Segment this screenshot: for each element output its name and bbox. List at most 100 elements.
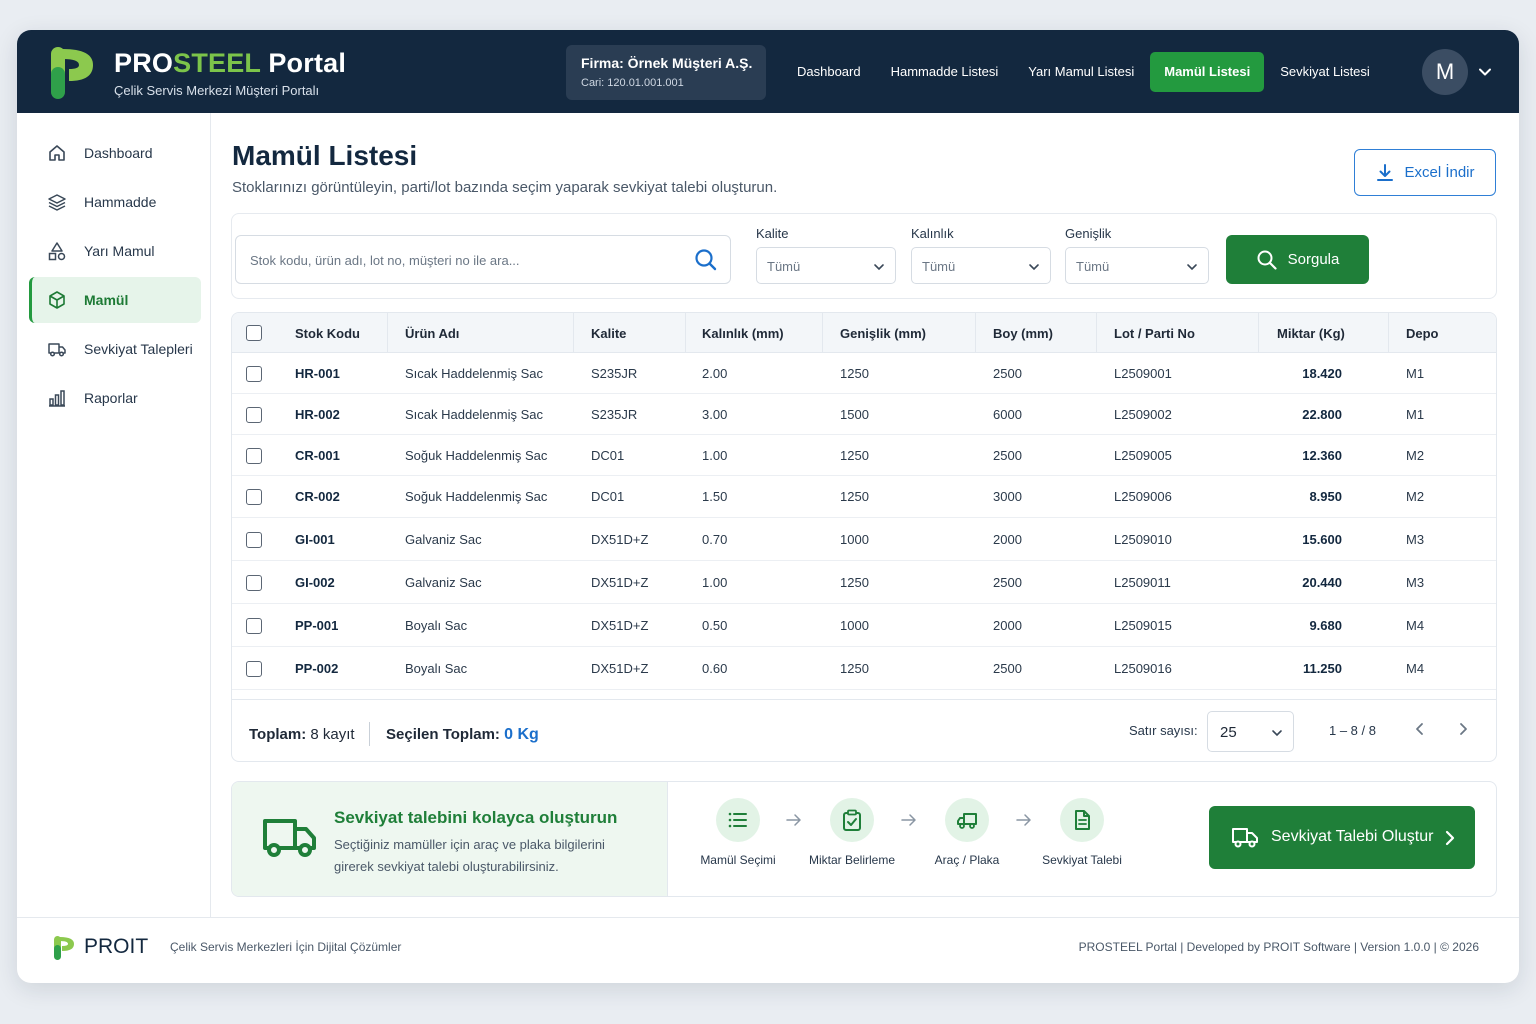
- cell-stok-kodu: PP-002: [295, 661, 339, 676]
- cell-lot-parti: L2509005: [1114, 448, 1172, 463]
- cell-kalite: S235JR: [591, 407, 638, 422]
- cell-stok-kodu: CR-001: [295, 448, 340, 463]
- sidebar-item-label: Mamül: [84, 292, 129, 308]
- table-row[interactable]: HR-001 Sıcak Haddelenmiş Sac S235JR 2.00 125…: [232, 353, 1496, 394]
- table-row[interactable]: GI-002 Galvaniz Sac DX51D+Z 1.00 1250 2500 L25…: [232, 561, 1496, 604]
- cube-icon: [49, 291, 65, 309]
- row-checkbox[interactable]: [246, 661, 262, 677]
- page-footer: PROIT Çelik Servis Merkezleri İçin Dijit…: [17, 917, 1519, 983]
- sidebar-item-mamul[interactable]: Mamül: [29, 277, 201, 323]
- row-checkbox[interactable]: [246, 448, 262, 464]
- column-divider: [1096, 313, 1097, 353]
- shipment-description: Seçtiğiniz mamüller için araç ve plaka b…: [334, 837, 605, 874]
- step-sevkiyat-talebi: [1060, 798, 1104, 842]
- table-row[interactable]: HR-002 Sıcak Haddelenmiş Sac S235JR 3.00 150…: [232, 394, 1496, 435]
- sorgula-button[interactable]: Sorgula: [1226, 235, 1369, 284]
- cell-depo: M4: [1406, 618, 1425, 633]
- row-checkbox[interactable]: [246, 618, 262, 634]
- col-genislik[interactable]: Genişlik (mm): [840, 326, 926, 341]
- firm-name: Firma: Örnek Müşteri A.Ş.: [581, 55, 753, 71]
- table-row[interactable]: CR-002 Soğuk Haddelenmiş Sac DC01 1.50 1250 3…: [232, 476, 1496, 518]
- page-title: Mamül Listesi: [232, 140, 418, 171]
- cell-lot-parti: L2509006: [1114, 489, 1172, 504]
- cell-lot-parti: L2509010: [1114, 532, 1172, 547]
- col-urun-adi[interactable]: Ürün Adı: [405, 326, 459, 341]
- nav-mamul-listesi[interactable]: Mamül Listesi: [1150, 52, 1265, 92]
- nav-hammadde-listesi[interactable]: Hammadde Listesi: [877, 52, 1013, 92]
- cell-boy: 2500: [993, 661, 1022, 676]
- nav-dashboard[interactable]: Dashboard: [783, 52, 875, 92]
- sidebar-item-sevkiyat-talepleri[interactable]: Sevkiyat Talepleri: [29, 326, 201, 372]
- nav-yari-mamul-listesi[interactable]: Yarı Mamul Listesi: [1014, 52, 1148, 92]
- cell-urun-adi: Boyalı Sac: [405, 618, 468, 633]
- kalinlik-select[interactable]: Tümü: [911, 247, 1051, 284]
- col-stok-kodu[interactable]: Stok Kodu: [295, 326, 360, 341]
- total-records: Toplam: 8 kayıt: [249, 726, 355, 743]
- kalite-select[interactable]: Tümü: [756, 247, 896, 284]
- create-shipment-button[interactable]: Sevkiyat Talebi Oluştur: [1209, 806, 1475, 869]
- table-row[interactable]: GI-001 Galvaniz Sac DX51D+Z 0.70 1000 2000 L25…: [232, 518, 1496, 561]
- chevron-left-icon[interactable]: [1413, 722, 1427, 736]
- col-kalite[interactable]: Kalite: [591, 326, 626, 341]
- table-row[interactable]: PP-002 Boyalı Sac DX51D+Z 0.60 1250 2500 L2509…: [232, 647, 1496, 690]
- chevron-down-icon: [1272, 730, 1282, 737]
- nav-sevkiyat-listesi[interactable]: Sevkiyat Listesi: [1266, 52, 1384, 92]
- cell-miktar: 12.360: [1302, 448, 1342, 463]
- table-footer: Toplam: 8 kayıt Seçilen Toplam: 0 Kg Sat…: [232, 699, 1496, 761]
- row-checkbox[interactable]: [246, 407, 262, 423]
- col-kalinlik[interactable]: Kalınlık (mm): [702, 326, 784, 341]
- row-checkbox[interactable]: [246, 489, 262, 505]
- cell-kalite: DX51D+Z: [591, 575, 649, 590]
- cell-urun-adi: Soğuk Haddelenmiş Sac: [405, 489, 548, 504]
- proit-logo: [54, 936, 74, 960]
- search-icon[interactable]: [693, 247, 719, 273]
- sidebar-item-yari-mamul[interactable]: Yarı Mamul: [29, 228, 201, 274]
- avatar[interactable]: M: [1422, 49, 1468, 95]
- sidebar-item-hammadde[interactable]: Hammadde: [29, 179, 201, 225]
- chevron-right-icon[interactable]: [1456, 722, 1470, 736]
- col-boy[interactable]: Boy (mm): [993, 326, 1053, 341]
- chevron-down-icon[interactable]: [1478, 65, 1492, 79]
- sidebar-item-label: Hammadde: [84, 194, 157, 210]
- step-label: Miktar Belirleme: [808, 853, 895, 867]
- step-label: Mamül Seçimi: [700, 853, 776, 867]
- list-icon: [728, 812, 747, 828]
- table-row[interactable]: PP-001 Boyalı Sac DX51D+Z 0.50 1000 2000 L2509…: [232, 604, 1496, 647]
- rows-per-page-select[interactable]: 25: [1207, 711, 1294, 752]
- create-shipment-label: Sevkiyat Talebi Oluştur: [1271, 828, 1434, 845]
- row-checkbox[interactable]: [246, 366, 262, 382]
- truck-icon: [957, 813, 977, 829]
- cell-genislik: 1250: [840, 448, 869, 463]
- cell-genislik: 1500: [840, 407, 869, 422]
- table-row[interactable]: CR-001 Soğuk Haddelenmiş Sac DC01 1.00 1250 2…: [232, 435, 1496, 476]
- select-all-checkbox[interactable]: [246, 325, 262, 341]
- cell-depo: M4: [1406, 661, 1425, 676]
- cell-stok-kodu: GI-001: [295, 532, 335, 547]
- row-checkbox[interactable]: [246, 532, 262, 548]
- arrow-right-icon: [786, 814, 801, 826]
- column-divider: [387, 313, 388, 353]
- cell-stok-kodu: HR-002: [295, 407, 340, 422]
- excel-download-label: Excel İndir: [1404, 164, 1475, 181]
- search-icon: [1257, 250, 1277, 270]
- search-input[interactable]: [250, 250, 670, 270]
- genislik-select[interactable]: Tümü: [1065, 247, 1209, 284]
- sorgula-label: Sorgula: [1287, 251, 1340, 268]
- cell-kalinlik: 1.50: [702, 489, 728, 504]
- col-lot-parti[interactable]: Lot / Parti No: [1114, 326, 1195, 341]
- excel-download-button[interactable]: Excel İndir: [1354, 149, 1496, 196]
- sidebar-item-raporlar[interactable]: Raporlar: [29, 375, 201, 421]
- kalinlik-value: Tümü: [922, 259, 956, 274]
- cell-kalinlik: 1.00: [702, 575, 728, 590]
- cell-kalinlik: 1.00: [702, 448, 728, 463]
- col-depo[interactable]: Depo: [1406, 326, 1439, 341]
- kalinlik-label: Kalınlık: [911, 226, 954, 241]
- cell-boy: 6000: [993, 407, 1022, 422]
- col-miktar[interactable]: Miktar (Kg): [1277, 326, 1345, 341]
- cell-urun-adi: Galvaniz Sac: [405, 532, 482, 547]
- cell-stok-kodu: PP-001: [295, 618, 339, 633]
- top-nav: Dashboard Hammadde Listesi Yarı Mamul Li…: [783, 52, 1386, 92]
- sidebar-item-dashboard[interactable]: Dashboard: [29, 130, 201, 176]
- cell-lot-parti: L2509015: [1114, 618, 1172, 633]
- row-checkbox[interactable]: [246, 575, 262, 591]
